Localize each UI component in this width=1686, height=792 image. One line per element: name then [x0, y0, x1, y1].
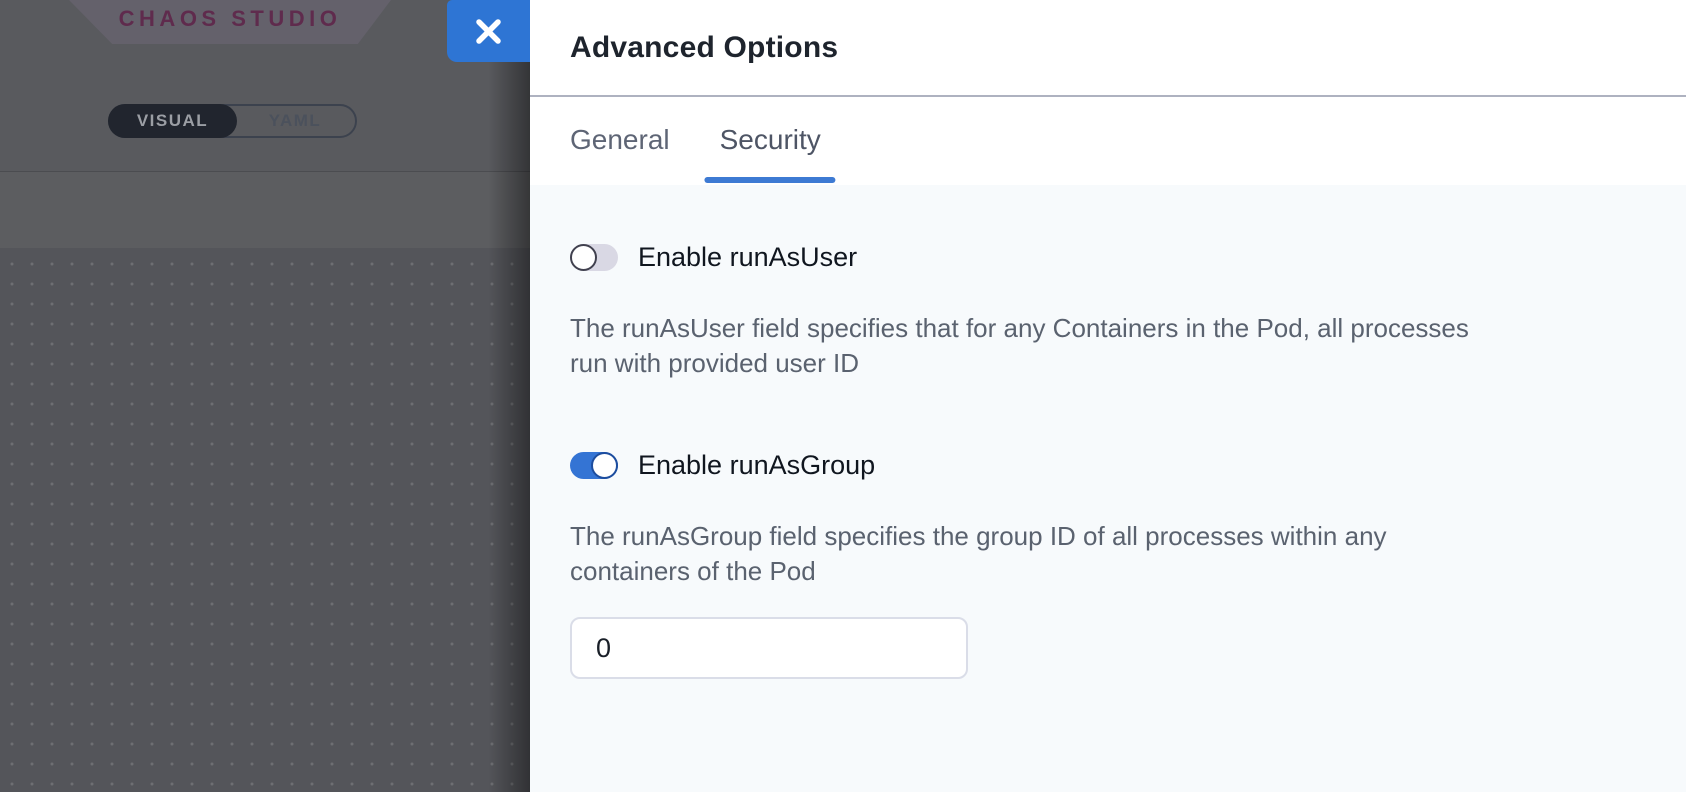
- run-as-user-toggle[interactable]: [570, 244, 618, 271]
- tab-general[interactable]: General: [570, 97, 670, 183]
- security-tab-panel: Enable runAsUser The runAsUser field spe…: [530, 185, 1686, 792]
- advanced-options-drawer: Advanced Options General Security Enable…: [530, 0, 1686, 792]
- run-as-group-description: The runAsGroup field specifies the group…: [570, 519, 1646, 589]
- experiment-dot-grid: [0, 248, 530, 792]
- close-icon: [475, 18, 502, 45]
- run-as-user-row: Enable runAsUser: [570, 244, 1646, 271]
- close-drawer-button[interactable]: [447, 0, 530, 62]
- canvas-subheader: [0, 172, 530, 248]
- drawer-header: Advanced Options: [530, 0, 1686, 97]
- run-as-user-description: The runAsUser field specifies that for a…: [570, 311, 1646, 381]
- tab-security[interactable]: Security: [720, 97, 821, 183]
- toggle-knob: [570, 244, 597, 271]
- tab-yaml[interactable]: YAML: [235, 106, 355, 136]
- view-mode-switch: VISUAL YAML: [108, 104, 357, 138]
- run-as-user-label: Enable runAsUser: [638, 242, 857, 273]
- screen: CHAOS STUDIO VISUAL YAML Advanced Option…: [0, 0, 1686, 792]
- run-as-group-label: Enable runAsGroup: [638, 450, 875, 481]
- chaos-studio-canvas: CHAOS STUDIO VISUAL YAML: [0, 0, 530, 792]
- run-as-group-input[interactable]: [570, 617, 968, 679]
- drawer-tabs: General Security: [530, 97, 1686, 183]
- toggle-knob: [591, 452, 618, 479]
- chaos-studio-logo-text: CHAOS STUDIO: [119, 6, 342, 32]
- chaos-studio-logo: CHAOS STUDIO: [69, 0, 391, 44]
- tab-visual[interactable]: VISUAL: [108, 104, 237, 138]
- drawer-title: Advanced Options: [570, 31, 838, 65]
- run-as-group-toggle[interactable]: [570, 452, 618, 479]
- run-as-group-row: Enable runAsGroup: [570, 452, 1646, 479]
